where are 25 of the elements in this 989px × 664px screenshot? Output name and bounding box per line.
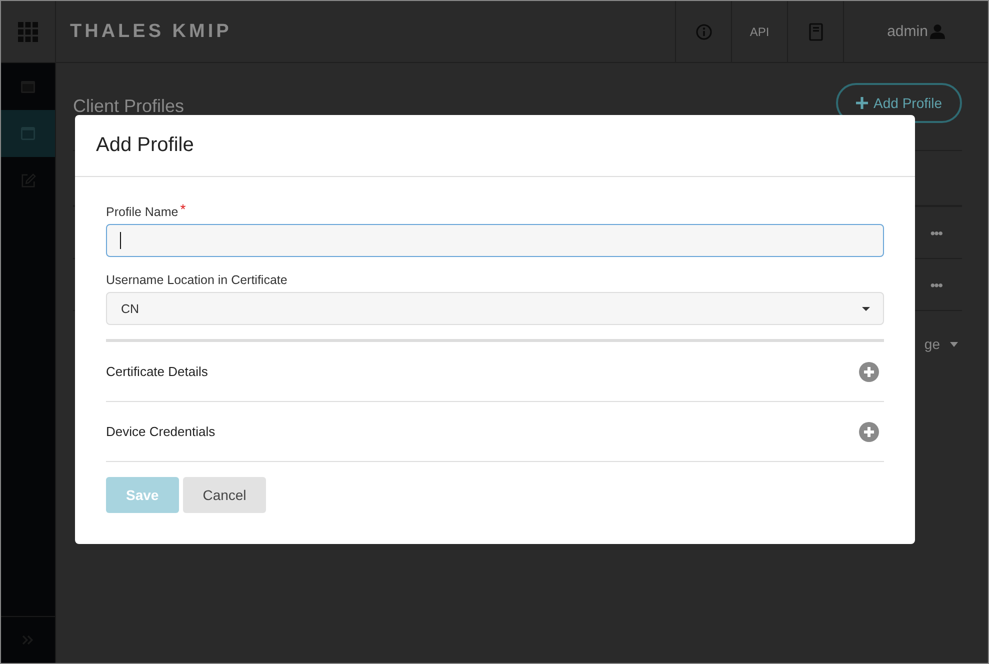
row-menu[interactable]: •••: [930, 224, 942, 240]
accordion-header[interactable]: Device Credentials: [106, 402, 884, 462]
info-icon[interactable]: [696, 24, 712, 40]
profile-name-input[interactable]: [106, 224, 884, 257]
dialog-title: Add Profile: [96, 134, 194, 157]
field-label: Profile Name: [106, 204, 178, 221]
edit-icon: [20, 173, 36, 188]
book-icon[interactable]: [808, 22, 822, 40]
apps-grid-icon[interactable]: [18, 22, 38, 42]
user-name[interactable]: admin: [887, 23, 928, 40]
dropdown-caret-icon: [862, 306, 870, 310]
api-link[interactable]: API: [750, 24, 770, 38]
caret-icon[interactable]: [950, 342, 958, 346]
pagination-label: ge: [924, 336, 940, 352]
username-location-select[interactable]: CN: [106, 292, 884, 325]
user-icon[interactable]: [930, 24, 945, 39]
brand-logo: THALES KMIP: [70, 20, 232, 42]
page-title: Client Profiles: [73, 96, 184, 116]
cancel-button[interactable]: Cancel: [182, 477, 266, 513]
plus-icon: [856, 97, 868, 109]
accordion-header[interactable]: Certificate Details: [106, 342, 884, 402]
row-menu[interactable]: •••: [930, 276, 942, 292]
required-mark: *: [180, 203, 186, 215]
sidebar-item[interactable]: [1, 110, 55, 157]
field-label: Username Location in Certificate: [106, 272, 288, 289]
